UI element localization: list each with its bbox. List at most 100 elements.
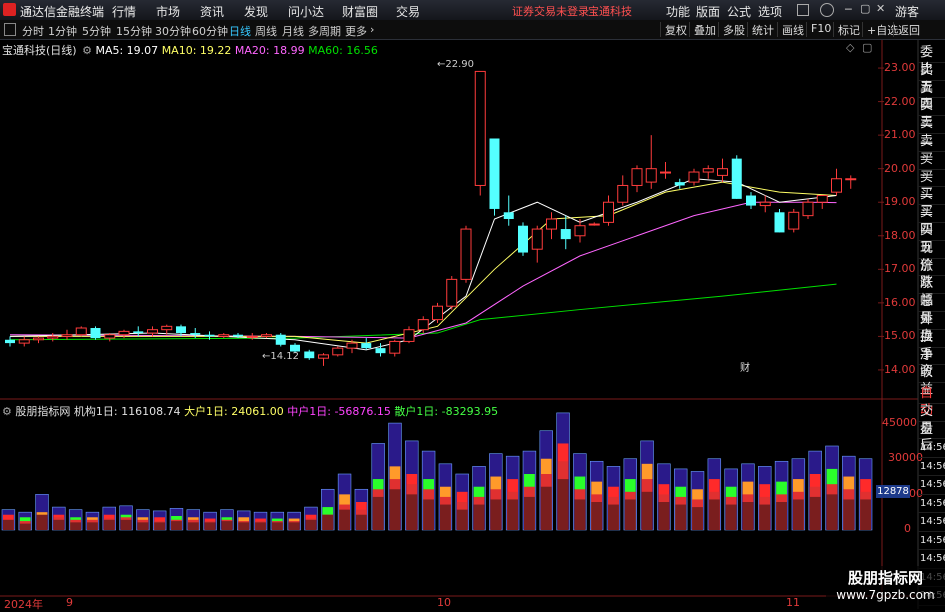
candle-body (33, 337, 44, 341)
volume-segment-c (624, 499, 636, 530)
candle (518, 222, 528, 256)
indicator-name: 股朋指标网 (15, 405, 71, 418)
volume-bar (52, 506, 66, 531)
indicator-settings-icon[interactable]: ⚙ (2, 405, 12, 418)
candle-body (332, 347, 344, 356)
candle (489, 138, 500, 216)
candle (375, 343, 386, 357)
candle-body (617, 184, 629, 203)
candle-body (432, 305, 443, 321)
sidebar-quote-item-7[interactable]: 买二 (918, 170, 945, 201)
sidebar-quote-item-13[interactable]: 涨幅 (918, 276, 945, 308)
volume-segment-c (792, 499, 804, 530)
low-annotation: ←14.12 (262, 351, 300, 362)
sidebar-quote-item-4[interactable]: 卖二 (918, 116, 945, 148)
xaxis-month-10: 10 (437, 596, 451, 609)
sidebar-quote-item-5[interactable]: 卖一 (918, 134, 945, 166)
sidebar-trade-item-1[interactable]: 交易 (918, 404, 945, 436)
candle (261, 333, 272, 339)
candle (574, 219, 586, 243)
candle-body (375, 348, 386, 354)
candle (660, 161, 671, 179)
volume-segment-c (608, 504, 619, 530)
mid-value: 中户1日: -56876.15 (287, 405, 391, 418)
watermark: 股朋指标网 www.7gpzb.com (826, 566, 945, 609)
sidebar-quote-item-1[interactable]: 卖五 (918, 63, 945, 95)
sidebar-trade-item-6[interactable]: 14:56 (918, 495, 945, 514)
sidebar-trade-item-0[interactable]: 自动 (918, 386, 945, 418)
candle (432, 302, 443, 323)
volume-bar (539, 430, 553, 531)
volume-segment-c (305, 519, 317, 530)
candle (147, 326, 158, 337)
sidebar-quote-item-12[interactable]: 涨跌 (918, 259, 945, 290)
volume-bar (774, 460, 789, 531)
candle (104, 333, 116, 342)
sidebar-quote-item-9[interactable]: 买四 (918, 205, 945, 237)
sidebar-trade-item-8[interactable]: 14:56 (918, 532, 945, 551)
candle-body (531, 228, 543, 250)
volume-segment-c (557, 479, 569, 530)
sidebar-quote-item-14[interactable]: 总量 (918, 294, 945, 326)
volume-bar (674, 468, 688, 531)
sidebar-quote-item-17[interactable]: 净资 (918, 348, 945, 379)
grid-lines (878, 67, 884, 371)
candle (802, 198, 814, 219)
vol-tick: 0 (904, 522, 911, 535)
sidebar-quote-item-16[interactable]: 换手 (918, 330, 945, 362)
volume-bar (657, 463, 671, 531)
sidebar-quote-item-3[interactable]: 卖三 (918, 98, 945, 130)
candle-body (503, 212, 514, 219)
volume-segment-c (742, 502, 754, 530)
candle (304, 349, 315, 360)
volume-bar (220, 509, 234, 531)
volume-segment-c (171, 521, 182, 530)
volume-bar (1, 509, 16, 531)
sidebar-quote-item-15[interactable]: 外盘 (918, 312, 945, 344)
volume-bar (808, 450, 822, 531)
volume-bar (589, 460, 604, 531)
volume-segment-c (221, 521, 233, 530)
candle (702, 165, 714, 179)
financial-report-marker[interactable]: 财 (740, 359, 750, 374)
candle (47, 333, 59, 342)
volume-segment-c (759, 504, 771, 530)
volume-bar (690, 471, 705, 531)
sidebar-quote-item-18[interactable]: 收益 (918, 365, 945, 397)
sidebar-quote-item-11[interactable]: 现价 (918, 241, 945, 273)
volume-segment-c (524, 496, 535, 530)
candle-body (346, 342, 358, 349)
sidebar-trade-item-4[interactable]: 14:56 (918, 458, 945, 477)
candle-body (389, 340, 401, 354)
price-tick: 16.00 (884, 295, 916, 309)
volume-bar (354, 488, 369, 531)
sidebar-trade-item-3[interactable]: 14:56 (918, 439, 945, 458)
candle-body (261, 334, 272, 337)
retail-value: 散户1日: -83293.95 (394, 405, 499, 418)
volume-segment-c (826, 494, 838, 530)
volume-bar (707, 458, 722, 531)
sidebar-trade-item-7[interactable]: 14:56 (918, 513, 945, 532)
volume-segment-c (103, 519, 115, 530)
sidebar-quote-item-0[interactable]: 委比 (918, 45, 945, 77)
sidebar-trade-item-2[interactable]: 盘后 (918, 422, 945, 453)
volume-bar (825, 445, 839, 531)
candle-body (845, 178, 857, 181)
sidebar-quote-item-2[interactable]: 卖四 (918, 81, 945, 112)
sidebar-quote-item-8[interactable]: 买三 (918, 187, 945, 219)
candle-body (546, 218, 557, 230)
candle-body (90, 328, 101, 339)
candle-body (631, 168, 643, 186)
candle-body (731, 158, 742, 199)
volume-segment-c (36, 514, 48, 530)
volume-segment-c (708, 499, 720, 530)
sidebar-quote-item-10[interactable]: 买五 (918, 223, 945, 255)
sidebar-trade-item-5[interactable]: 14:56 (918, 476, 945, 495)
volume-segment-c (187, 522, 199, 530)
volume-bar (405, 440, 419, 531)
candle (845, 175, 857, 189)
volume-segment-c (271, 522, 283, 530)
sidebar-quote-item-6[interactable]: 买一 (918, 152, 945, 184)
kline-chart[interactable] (0, 0, 945, 609)
volume-bar (858, 458, 873, 531)
